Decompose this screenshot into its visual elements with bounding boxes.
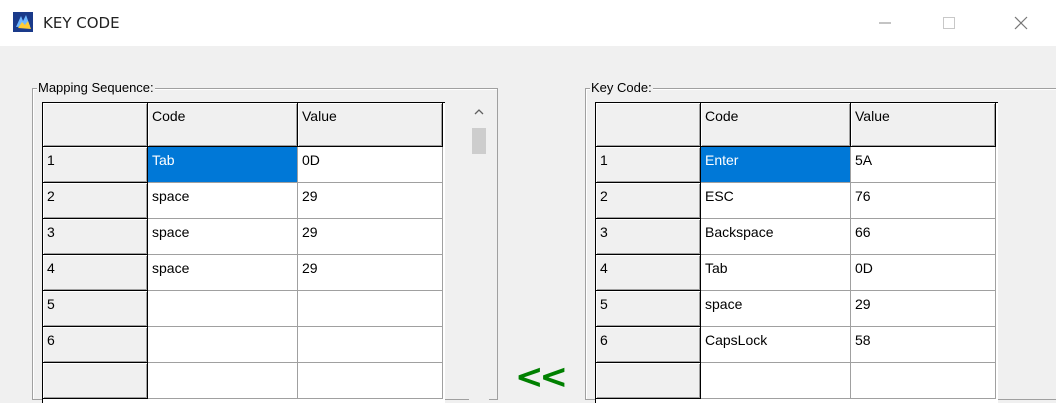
row-number[interactable]: 3 [43,219,148,255]
table-row[interactable] [596,363,998,399]
table-row[interactable]: 1 Enter 5A [596,147,998,183]
value-cell[interactable] [298,363,443,399]
transfer-left-button[interactable]: << [515,360,568,394]
chevron-up-icon [474,109,484,115]
value-cell[interactable]: 0D [298,147,443,183]
corner-header[interactable] [596,103,701,147]
table-row[interactable]: 5 space 29 [596,291,998,327]
value-cell[interactable]: 29 [298,183,443,219]
value-cell[interactable] [298,291,443,327]
value-cell[interactable]: 76 [851,183,996,219]
app-icon [13,12,33,32]
scroll-thumb[interactable] [472,128,486,154]
value-cell[interactable] [298,327,443,363]
code-cell[interactable]: space [148,219,298,255]
key-code-grid[interactable]: Code Value 1 Enter 5A 2 ESC 76 3 Backspa… [595,102,998,403]
table-row[interactable]: 5 [43,291,445,327]
table-row[interactable]: 6 [43,327,445,363]
value-cell[interactable]: 0D [851,255,996,291]
code-cell[interactable]: space [148,183,298,219]
row-number[interactable]: 2 [43,183,148,219]
code-cell[interactable] [148,291,298,327]
value-cell[interactable]: 29 [298,255,443,291]
grid-header-row: Code Value [596,103,998,147]
title-bar[interactable]: KEY CODE [0,0,1056,46]
window-title: KEY CODE [43,14,120,32]
key-code-group: Key Code: Code Value 1 Enter 5A 2 ESC 76… [585,80,1056,403]
value-column-header[interactable]: Value [298,103,443,147]
maximize-icon [943,17,955,29]
maximize-button[interactable] [922,0,976,46]
value-cell[interactable] [851,363,996,399]
code-cell[interactable]: Backspace [701,219,851,255]
mapping-scrollbar[interactable] [469,102,489,402]
row-number[interactable] [43,363,148,399]
row-number[interactable]: 6 [596,327,701,363]
value-cell[interactable]: 29 [298,219,443,255]
code-column-header[interactable]: Code [148,103,298,147]
scroll-up-button[interactable] [469,102,489,122]
key-code-label: Key Code: [590,80,653,96]
row-number[interactable]: 1 [596,147,701,183]
row-number[interactable]: 5 [596,291,701,327]
value-cell[interactable]: 58 [851,327,996,363]
mapping-sequence-group: Mapping Sequence: Code Value 1 Tab 0D 2 … [32,80,498,403]
minimize-button[interactable] [858,0,912,46]
code-cell[interactable] [148,363,298,399]
table-row[interactable]: 4 space 29 [43,255,445,291]
code-cell[interactable] [148,327,298,363]
corner-header[interactable] [43,103,148,147]
code-cell[interactable]: Tab [701,255,851,291]
mapping-sequence-label: Mapping Sequence: [37,80,155,96]
table-row[interactable]: 1 Tab 0D [43,147,445,183]
row-number[interactable]: 2 [596,183,701,219]
table-row[interactable]: 6 CapsLock 58 [596,327,998,363]
code-cell[interactable]: Tab [148,147,298,183]
code-cell[interactable]: Enter [701,147,851,183]
value-cell[interactable]: 5A [851,147,996,183]
grid-header-row: Code Value [43,103,445,147]
row-number[interactable] [596,363,701,399]
code-column-header[interactable]: Code [701,103,851,147]
row-number[interactable]: 1 [43,147,148,183]
code-cell[interactable]: ESC [701,183,851,219]
minimize-icon [879,22,891,24]
row-number[interactable]: 5 [43,291,148,327]
value-cell[interactable]: 66 [851,219,996,255]
value-cell[interactable]: 29 [851,291,996,327]
table-row[interactable] [43,363,445,399]
code-cell[interactable]: space [701,291,851,327]
code-cell[interactable]: CapsLock [701,327,851,363]
row-number[interactable]: 4 [596,255,701,291]
table-row[interactable]: 4 Tab 0D [596,255,998,291]
table-row[interactable]: 2 space 29 [43,183,445,219]
code-cell[interactable]: space [148,255,298,291]
mapping-grid[interactable]: Code Value 1 Tab 0D 2 space 29 3 space 2… [42,102,445,403]
row-number[interactable]: 6 [43,327,148,363]
close-button[interactable] [994,0,1048,46]
close-icon [1014,16,1028,30]
table-row[interactable]: 3 space 29 [43,219,445,255]
row-number[interactable]: 4 [43,255,148,291]
row-number[interactable]: 3 [596,219,701,255]
table-row[interactable]: 3 Backspace 66 [596,219,998,255]
table-row[interactable]: 2 ESC 76 [596,183,998,219]
value-column-header[interactable]: Value [851,103,996,147]
code-cell[interactable] [701,363,851,399]
